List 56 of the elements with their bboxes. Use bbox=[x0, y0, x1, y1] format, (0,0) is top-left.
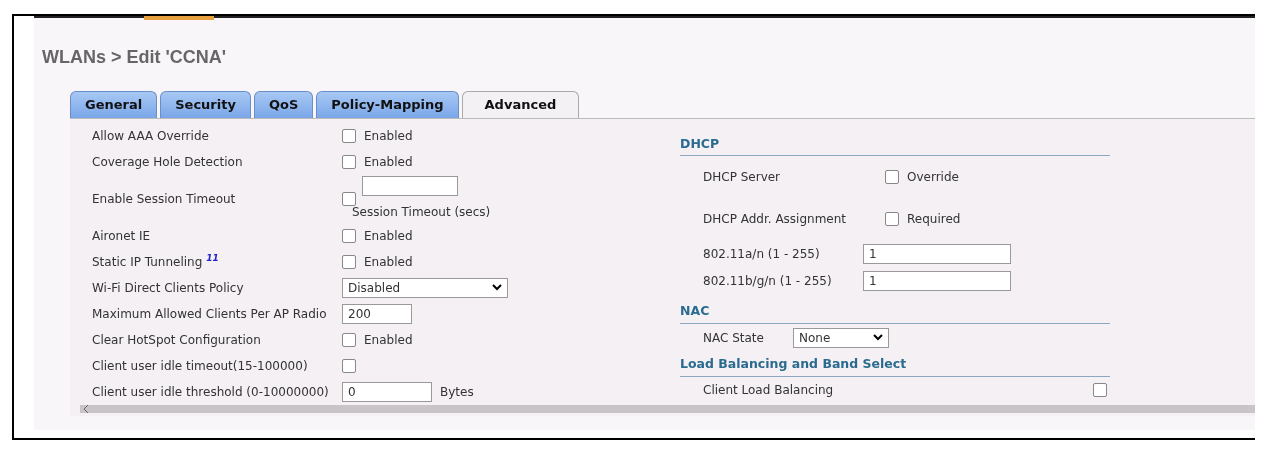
option-label: Required bbox=[907, 211, 961, 229]
footnote-link[interactable]: 11 bbox=[206, 253, 219, 263]
setting-label: Enable Session Timeout bbox=[92, 190, 237, 208]
option-label: Enabled bbox=[364, 153, 413, 171]
checkbox[interactable] bbox=[342, 228, 356, 243]
timeout-field[interactable] bbox=[362, 176, 458, 196]
checkbox[interactable] bbox=[342, 358, 356, 373]
setting-label: DHCP Addr. Assignment bbox=[703, 211, 848, 229]
tab[interactable]: QoS bbox=[253, 91, 314, 118]
chevron-down-icon bbox=[492, 284, 502, 291]
checkbox[interactable] bbox=[342, 191, 356, 206]
setting-label: Wi-Fi Direct Clients Policy bbox=[92, 279, 245, 297]
setting-label: Static IP Tunneling bbox=[92, 254, 204, 269]
setting-label: Client Load Balancing bbox=[703, 382, 835, 400]
text-field[interactable]: 1 bbox=[863, 243, 1011, 264]
option-label: Enabled bbox=[364, 331, 413, 349]
setting-label: Client user idle timeout(15-100000) bbox=[92, 357, 309, 375]
setting-label: 802.11b/g/n (1 - 255) bbox=[703, 272, 833, 290]
setting-label: DHCP Server bbox=[703, 169, 782, 187]
setting-label: Clear HotSpot Configuration bbox=[92, 331, 262, 349]
setting-label: Coverage Hole Detection bbox=[92, 153, 244, 171]
checkbox[interactable] bbox=[885, 212, 899, 227]
setting-label: Allow AAA Override bbox=[92, 127, 210, 145]
setting-label: Maximum Allowed Clients Per AP Radio bbox=[92, 305, 328, 323]
section-heading: DHCP bbox=[680, 134, 1110, 157]
option-label: Enabled bbox=[364, 253, 413, 271]
option-label: Enabled bbox=[364, 127, 413, 145]
option-label: Override bbox=[907, 169, 959, 187]
chevron-down-icon bbox=[873, 334, 883, 341]
checkbox[interactable] bbox=[342, 254, 356, 269]
checkbox[interactable] bbox=[885, 170, 899, 185]
checkbox[interactable] bbox=[342, 332, 356, 347]
checkbox[interactable] bbox=[342, 128, 356, 143]
tab[interactable]: Security bbox=[160, 91, 251, 118]
setting-label: 802.11a/n (1 - 255) bbox=[703, 245, 821, 263]
checkbox[interactable] bbox=[1093, 383, 1107, 398]
horizontal-scrollbar[interactable] bbox=[80, 404, 1255, 413]
accent-bar bbox=[144, 16, 214, 20]
text-field[interactable]: 1 bbox=[863, 270, 1011, 291]
checkbox[interactable] bbox=[342, 154, 356, 169]
setting-label: Client user idle threshold (0-10000000) bbox=[92, 383, 330, 401]
unit-label: Bytes bbox=[440, 383, 474, 401]
dropdown[interactable]: Disabled bbox=[342, 277, 508, 298]
dropdown[interactable]: None bbox=[793, 327, 889, 348]
option-label: Enabled bbox=[364, 227, 413, 245]
text-field[interactable]: 0 bbox=[342, 381, 432, 402]
text-field[interactable]: 200 bbox=[342, 303, 412, 324]
tab[interactable]: Advanced bbox=[461, 91, 580, 118]
setting-label: Aironet IE bbox=[92, 227, 152, 245]
tab[interactable]: General bbox=[70, 91, 158, 118]
tab[interactable]: Policy-Mapping bbox=[316, 91, 459, 118]
page-title: WLANs > Edit 'CCNA' bbox=[42, 46, 228, 69]
section-heading: Load Balancing and Band Select bbox=[680, 355, 1110, 377]
field-caption: Session Timeout (secs) bbox=[352, 204, 491, 221]
setting-label: NAC State bbox=[703, 329, 765, 347]
section-heading: NAC bbox=[680, 302, 1110, 324]
